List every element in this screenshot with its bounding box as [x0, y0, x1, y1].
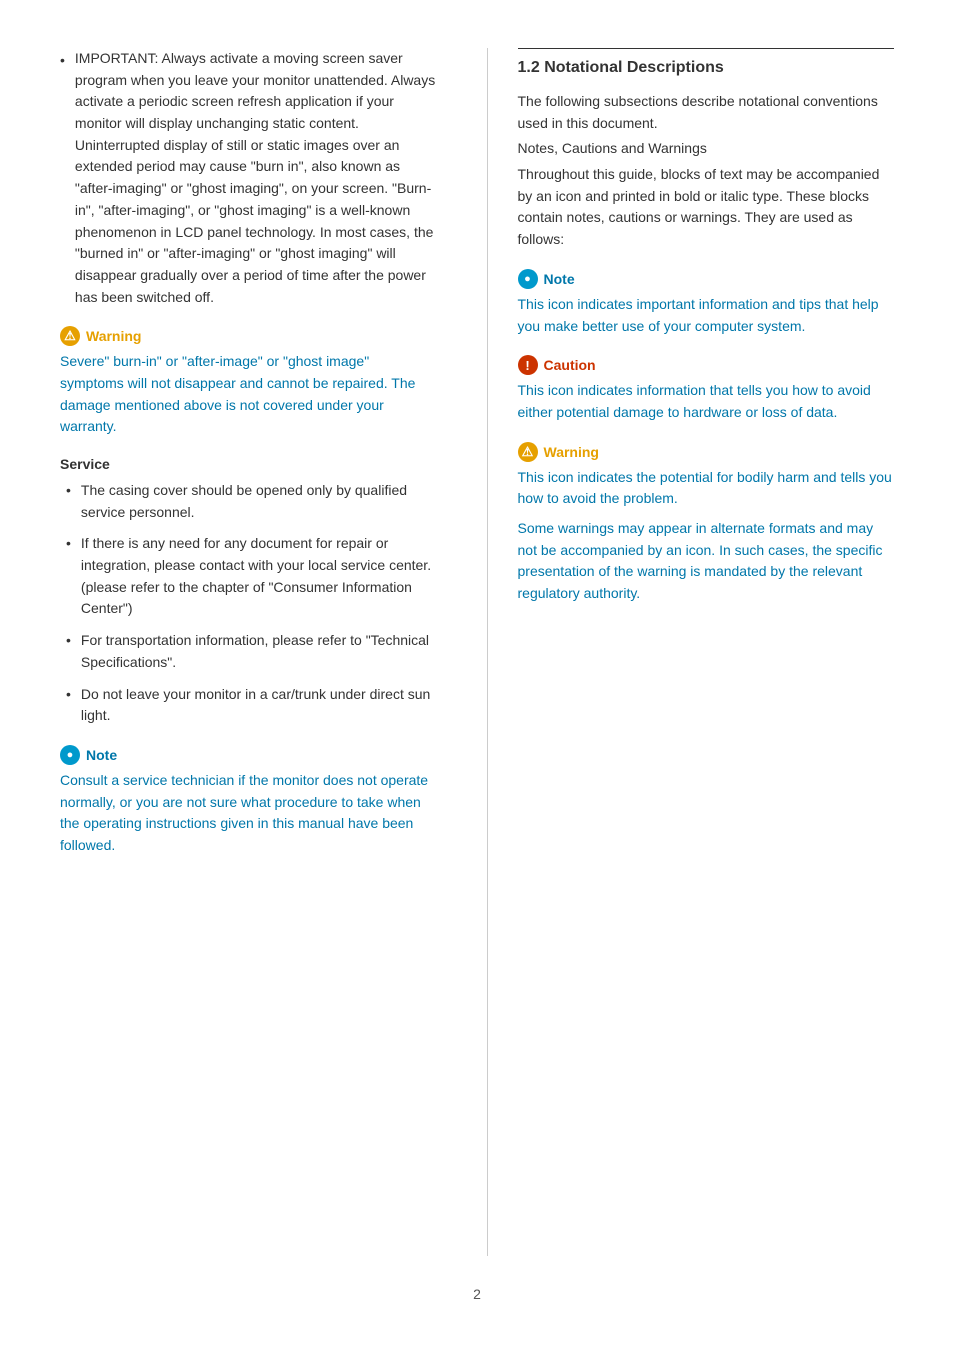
service-bullet-3: • For transportation information, please… — [60, 630, 437, 673]
note-1-header: ● Note — [60, 745, 437, 765]
left-column: • IMPORTANT: Always activate a moving sc… — [60, 48, 447, 1256]
right-note-label: Note — [544, 271, 575, 287]
right-warning-block: ⚠ Warning This icon indicates the potent… — [518, 442, 895, 605]
right-caution-body: This icon indicates information that tel… — [518, 380, 895, 423]
columns: • IMPORTANT: Always activate a moving sc… — [60, 48, 894, 1256]
right-warning-body-2: Some warnings may appear in alternate fo… — [518, 518, 895, 605]
service-bullet-4-text: Do not leave your monitor in a car/trunk… — [81, 684, 437, 727]
right-column: 1.2 Notational Descriptions The followin… — [487, 48, 895, 1256]
right-warning-body-1: This icon indicates the potential for bo… — [518, 467, 895, 510]
right-caution-label: Caution — [544, 357, 596, 373]
notes-cautions-title: Notes, Cautions and Warnings — [518, 138, 895, 160]
note-1-label: Note — [86, 747, 117, 763]
service-bullet-4: • Do not leave your monitor in a car/tru… — [60, 684, 437, 727]
service-bullet-3-text: For transportation information, please r… — [81, 630, 437, 673]
right-caution-icon: ! — [518, 355, 538, 375]
warning-icon-1: ⚠ — [60, 326, 80, 346]
intro-text: The following subsections describe notat… — [518, 91, 895, 134]
service-bullet-2-text: If there is any need for any document fo… — [81, 533, 437, 620]
main-bullet-text: IMPORTANT: Always activate a moving scre… — [75, 48, 437, 308]
right-warning-header: ⚠ Warning — [518, 442, 895, 462]
note-1-body: Consult a service technician if the moni… — [60, 770, 437, 857]
service-bullet-1: • The casing cover should be opened only… — [60, 480, 437, 523]
service-dot-4: • — [66, 686, 71, 702]
right-note-icon: ● — [518, 269, 538, 289]
right-note-block: ● Note This icon indicates important inf… — [518, 269, 895, 337]
section-title-container: 1.2 Notational Descriptions — [518, 48, 895, 77]
service-title: Service — [60, 456, 437, 472]
right-caution-header: ! Caution — [518, 355, 895, 375]
right-note-header: ● Note — [518, 269, 895, 289]
right-caution-block: ! Caution This icon indicates informatio… — [518, 355, 895, 423]
service-dot-1: • — [66, 482, 71, 498]
service-bullet-1-text: The casing cover should be opened only b… — [81, 480, 437, 523]
service-dot-2: • — [66, 535, 71, 551]
page-number: 2 — [60, 1286, 894, 1302]
right-warning-label: Warning — [544, 444, 599, 460]
right-warning-icon: ⚠ — [518, 442, 538, 462]
service-bullet-2: • If there is any need for any document … — [60, 533, 437, 620]
note-icon-1: ● — [60, 745, 80, 765]
warning-1-body: Severe" burn-in" or "after-image" or "gh… — [60, 351, 437, 438]
bullet-dot: • — [60, 50, 65, 71]
main-bullet-item: • IMPORTANT: Always activate a moving sc… — [60, 48, 437, 308]
warning-block-1: ⚠ Warning Severe" burn-in" or "after-ima… — [60, 326, 437, 438]
section-title: 1.2 Notational Descriptions — [518, 59, 895, 77]
page: • IMPORTANT: Always activate a moving sc… — [0, 0, 954, 1350]
note-block-1: ● Note Consult a service technician if t… — [60, 745, 437, 857]
service-dot-3: • — [66, 632, 71, 648]
notes-cautions-body: Throughout this guide, blocks of text ma… — [518, 164, 895, 251]
right-note-body: This icon indicates important informatio… — [518, 294, 895, 337]
warning-1-header: ⚠ Warning — [60, 326, 437, 346]
service-bullets-list: • The casing cover should be opened only… — [60, 480, 437, 727]
warning-1-label: Warning — [86, 328, 141, 344]
